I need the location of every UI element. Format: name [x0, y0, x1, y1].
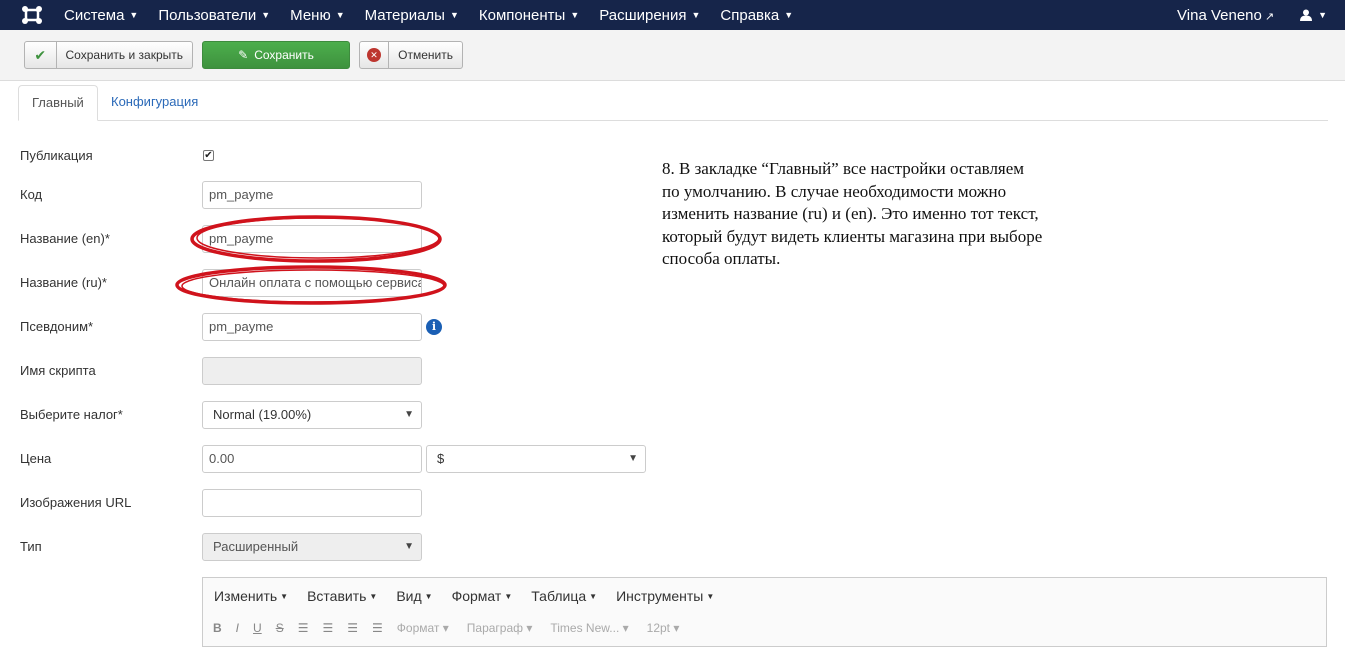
tax-select[interactable]: Normal (19.00%) ▼ [202, 401, 422, 429]
editor-toolbar: B I U S ☰ ☰ ☰ ☰ Формат ▾ Параграф ▾ Time… [203, 618, 1326, 638]
caret-down-icon: ▼ [129, 10, 139, 20]
menu-label: Таблица [531, 588, 587, 604]
code-label: Код [20, 187, 43, 202]
annotation-line: по умолчанию. В случае необходимости мож… [662, 181, 1007, 201]
button-label: Сохранить [254, 48, 314, 62]
caret-down-icon: ▼ [449, 10, 459, 20]
menu-users[interactable]: Пользователи ▼ [158, 0, 270, 30]
image-url-input[interactable] [202, 489, 422, 517]
check-icon: ✔ [25, 42, 57, 68]
editor-menu-insert[interactable]: Вставить ▼ [307, 588, 377, 604]
type-value: Расширенный [213, 539, 299, 554]
script-name-input [202, 357, 422, 385]
caret-down-icon: ▼ [335, 10, 345, 20]
currency-select[interactable]: $ ▼ [426, 445, 646, 473]
menu-label: Инструменты [616, 588, 704, 604]
editor-menu-view[interactable]: Вид ▼ [396, 588, 432, 604]
type-label: Тип [20, 539, 42, 554]
annotation-line: который будут видеть клиенты магазина пр… [662, 226, 1043, 246]
info-icon[interactable]: i [426, 319, 442, 335]
save-and-close-button[interactable]: ✔ Сохранить и закрыть [24, 41, 193, 69]
publication-checkbox[interactable]: ✔ [203, 150, 214, 161]
editor-menu-table[interactable]: Таблица ▼ [531, 588, 597, 604]
tax-value: Normal (19.00%) [213, 407, 312, 422]
editor-menu-tools[interactable]: Инструменты ▼ [616, 588, 714, 604]
instruction-annotation: 8. В закладке “Главный” все настройки ос… [662, 158, 1092, 271]
tab-configuration[interactable]: Конфигурация [98, 85, 211, 121]
menu-components[interactable]: Компоненты ▼ [479, 0, 579, 30]
external-link-icon: ↗ [1264, 10, 1275, 23]
top-navbar: Система ▼ Пользователи ▼ Меню ▼ Материалы ▼ … [0, 0, 1345, 30]
menu-label: Система [64, 7, 125, 24]
alias-label: Псевдоним* [20, 319, 94, 334]
menu-label: Пользователи [158, 7, 257, 24]
menu-label: Изменить [214, 588, 278, 604]
annotation-line: изменить название (ru) и (en). Это именн… [662, 204, 1039, 223]
main-menu: Система ▼ Пользователи ▼ Меню ▼ Материалы ▼ … [64, 0, 813, 30]
site-name: Vina Veneno [1177, 6, 1262, 24]
name-en-label: Название (en)* [20, 231, 110, 246]
user-menu[interactable]: ▼ [1300, 9, 1327, 21]
caret-down-icon: ▼ [706, 592, 715, 601]
menu-label: Вставить [307, 588, 367, 604]
publication-label: Публикация [20, 148, 93, 163]
joomla-logo-icon[interactable] [20, 4, 44, 26]
editor-menu-format[interactable]: Формат ▼ [452, 588, 513, 604]
name-en-input[interactable]: pm_payme [202, 225, 422, 253]
menu-extensions[interactable]: Расширения ▼ [599, 0, 700, 30]
caret-down-icon: ▼ [1318, 10, 1327, 20]
user-icon [1300, 9, 1313, 21]
annotation-line: способа оплаты. [662, 249, 781, 268]
menu-label: Материалы [364, 7, 445, 24]
navbar-right: Vina Veneno ↗ ▼ [1177, 0, 1327, 30]
caret-down-icon: ▼ [404, 541, 414, 552]
script-name-label: Имя скрипта [20, 363, 96, 378]
menu-label: Компоненты [478, 7, 566, 24]
alias-input[interactable]: pm_payme [202, 313, 422, 341]
caret-down-icon: ▼ [280, 592, 289, 601]
annotation-line: 8. В закладке “Главный” все настройки ос… [662, 159, 1025, 178]
site-link[interactable]: Vina Veneno ↗ [1177, 7, 1274, 24]
menu-menus[interactable]: Меню ▼ [290, 0, 344, 30]
caret-down-icon: ▼ [404, 409, 414, 420]
menu-system[interactable]: Система ▼ [64, 0, 138, 30]
cancel-icon: ✕ [360, 42, 390, 68]
menu-label: Меню [290, 7, 331, 24]
price-input[interactable]: 0.00 [202, 445, 422, 473]
rich-text-editor: Изменить ▼ Вставить ▼ Вид ▼ Формат ▼ Таблица… [202, 577, 1327, 647]
code-input[interactable]: pm_payme [202, 181, 422, 209]
tab-bar: Главный Конфигурация [18, 85, 1328, 121]
menu-label: Вид [396, 588, 422, 604]
caret-down-icon: ▼ [369, 592, 378, 601]
menu-label: Расширения [599, 7, 687, 24]
edit-icon: ✎ [238, 48, 249, 62]
caret-down-icon: ▼ [424, 592, 433, 601]
type-select: Расширенный ▼ [202, 533, 422, 561]
action-toolbar: ✔ Сохранить и закрыть ✎ Сохранить ✕ Отме… [0, 30, 1345, 81]
image-url-label: Изображения URL [20, 495, 132, 510]
currency-value: $ [437, 451, 445, 466]
menu-label: Справка [720, 7, 780, 24]
price-label: Цена [20, 451, 52, 466]
caret-down-icon: ▼ [589, 592, 598, 601]
name-ru-input[interactable]: Онлайн оплата с помощью сервиса [202, 269, 422, 297]
tab-main[interactable]: Главный [18, 85, 98, 121]
caret-down-icon: ▼ [784, 10, 794, 20]
caret-down-icon: ▼ [628, 453, 638, 464]
caret-down-icon: ▼ [261, 10, 271, 20]
caret-down-icon: ▼ [570, 10, 580, 20]
cancel-button[interactable]: ✕ Отменить [359, 41, 463, 69]
save-button[interactable]: ✎ Сохранить [202, 41, 350, 69]
button-label: Сохранить и закрыть [65, 48, 183, 62]
editor-menu-edit[interactable]: Изменить ▼ [214, 588, 288, 604]
name-ru-label: Название (ru)* [20, 275, 107, 290]
button-label: Отменить [398, 48, 453, 62]
caret-down-icon: ▼ [691, 10, 701, 20]
editor-menubar: Изменить ▼ Вставить ▼ Вид ▼ Формат ▼ Таблица… [203, 578, 733, 614]
menu-label: Формат [451, 588, 502, 604]
menu-help[interactable]: Справка ▼ [720, 0, 793, 30]
tax-label: Выберите налог* [20, 407, 123, 422]
menu-content[interactable]: Материалы ▼ [365, 0, 459, 30]
caret-down-icon: ▼ [504, 592, 513, 601]
